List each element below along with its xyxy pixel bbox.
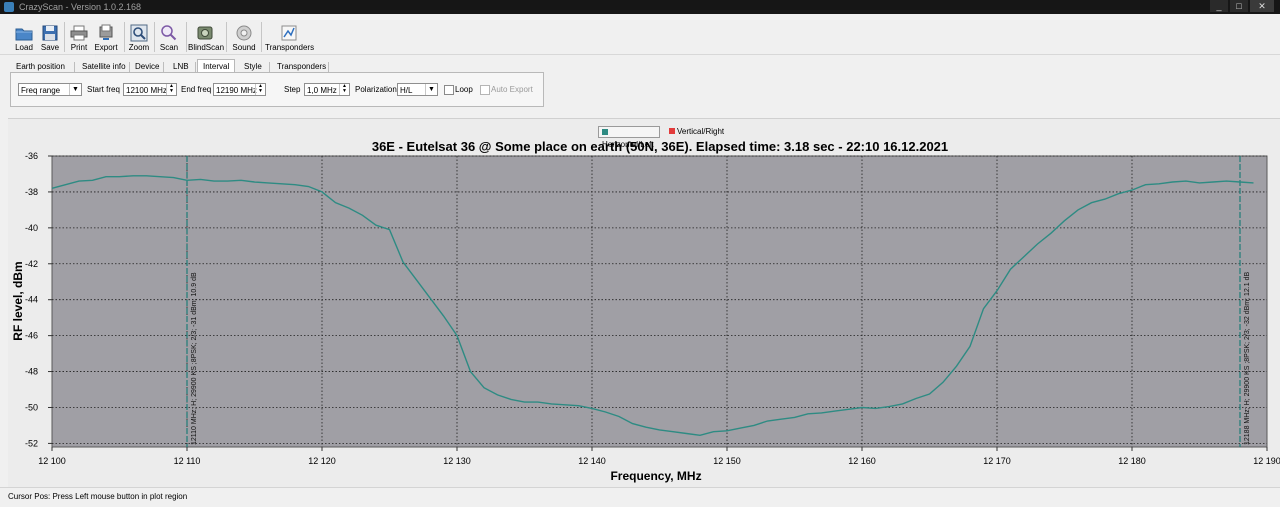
cursor-position-status: Cursor Pos: Press Left mouse button in p…	[8, 492, 188, 501]
x-axis-label: Frequency, MHz	[610, 469, 702, 483]
y-tick-label: -38	[25, 187, 38, 197]
x-tick-label: 12 140	[578, 456, 606, 466]
y-tick-label: -40	[25, 223, 38, 233]
y-tick-label: -44	[25, 295, 38, 305]
transponder-marker-label: 12110 MHz; H; 29900 KS ;8PSK; 2/3; -31 d…	[191, 272, 198, 445]
x-tick-label: 12 100	[38, 456, 66, 466]
x-tick-label: 12 170	[983, 456, 1011, 466]
y-tick-label: -42	[25, 259, 38, 269]
x-tick-label: 12 110	[174, 456, 201, 466]
x-tick-label: 12 190	[1253, 456, 1280, 466]
y-tick-label: -50	[25, 402, 38, 412]
rf-level-chart[interactable]: 12110 MHz; H; 29900 KS ;8PSK; 2/3; -31 d…	[0, 0, 1280, 506]
y-tick-label: -46	[25, 331, 38, 341]
status-bar: Cursor Pos: Press Left mouse button in p…	[0, 487, 1280, 507]
plot-background[interactable]	[51, 155, 1268, 448]
x-tick-label: 12 130	[443, 456, 471, 466]
y-tick-label: -52	[25, 438, 38, 448]
x-tick-label: 12 150	[713, 456, 741, 466]
x-tick-label: 12 160	[848, 456, 876, 466]
transponder-marker-label: 12188 MHz; H; 29900 KS ;8PSK; 2/3; -32 d…	[1244, 272, 1251, 445]
y-tick-label: -48	[25, 367, 38, 377]
x-tick-label: 12 180	[1118, 456, 1146, 466]
y-axis-label: RF level, dBm	[11, 261, 25, 341]
x-tick-label: 12 120	[308, 456, 336, 466]
y-tick-label: -36	[25, 151, 38, 161]
